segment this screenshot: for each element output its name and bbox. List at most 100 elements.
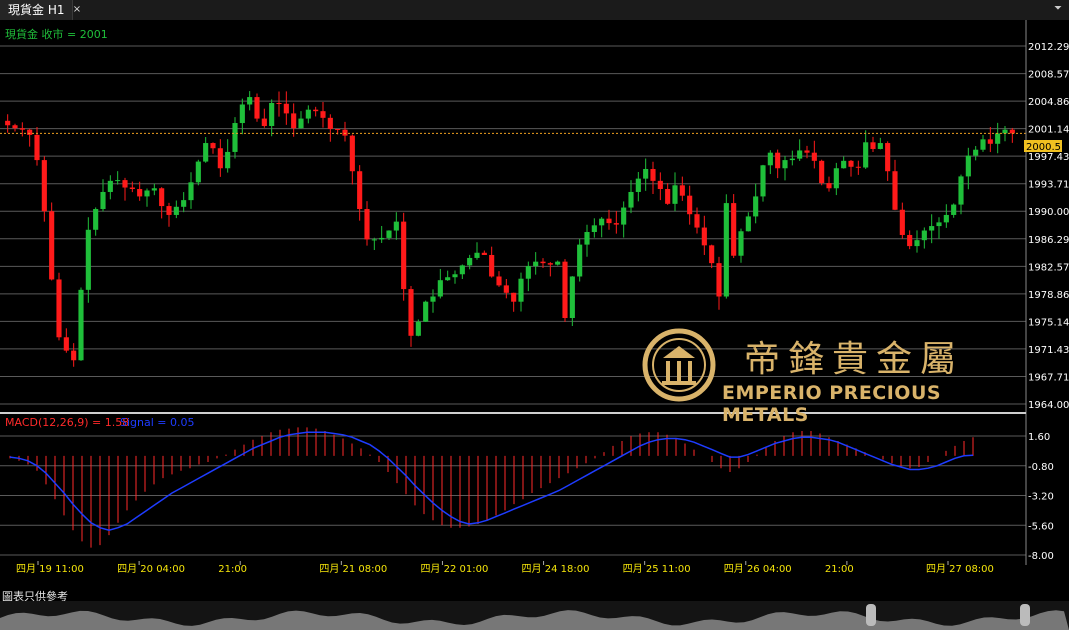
- price-tick-label: 2004.86: [1028, 97, 1069, 108]
- candle-body: [379, 237, 385, 240]
- time-label: 21:00: [218, 564, 247, 575]
- candle-body: [745, 216, 751, 232]
- candle-body: [27, 129, 33, 135]
- candle-body: [731, 203, 737, 256]
- candle-body: [547, 263, 553, 265]
- candle-body: [34, 134, 40, 161]
- macd-tick-label: -0.80: [1028, 462, 1054, 473]
- candle-body: [408, 289, 414, 336]
- candle-body: [841, 160, 847, 169]
- candle-body: [965, 155, 971, 177]
- dropdown-menu-icon[interactable]: ⏷: [1051, 2, 1065, 16]
- candle-body: [936, 222, 942, 227]
- candle-body: [217, 148, 223, 169]
- candle-body: [709, 245, 715, 264]
- macd-tick-label: -8.00: [1028, 551, 1054, 562]
- candle-body: [291, 113, 297, 129]
- candle-body: [305, 109, 311, 119]
- candle-body: [474, 252, 480, 258]
- candle-body: [921, 230, 927, 241]
- candle-body: [584, 232, 590, 245]
- candle-body: [85, 229, 91, 290]
- candle-body: [115, 180, 121, 182]
- candle-body: [775, 152, 781, 169]
- candle-body: [899, 209, 905, 235]
- price-tick-label: 2008.57: [1028, 70, 1069, 81]
- brand-logo: 帝鋒貴金屬 EMPERIO PRECIOUS METALS: [640, 326, 1020, 426]
- time-label: 四月 20 04:00: [117, 563, 185, 575]
- candle-body: [298, 118, 304, 129]
- candle-body: [738, 231, 744, 256]
- candle-body: [701, 227, 707, 246]
- candle-body: [129, 187, 135, 190]
- chart-canvas[interactable]: 2012.29 2008.57 2004.86 2001.14 1997.43 1993.…: [0, 20, 1069, 600]
- candle-body: [716, 263, 722, 297]
- chart-tab[interactable]: 現貨金 H1: [0, 0, 74, 20]
- candle-body: [93, 209, 99, 230]
- candle-body: [423, 301, 429, 322]
- candle-body: [181, 200, 187, 207]
- price-tick-label: 1982.57: [1028, 262, 1069, 273]
- candle-body: [973, 149, 979, 156]
- time-label: 四月 25 11:00: [623, 563, 691, 575]
- scroller-right-handle[interactable]: [1020, 604, 1030, 626]
- candle-body: [247, 97, 253, 105]
- signal-header: Signal = 0.05: [120, 416, 195, 429]
- candle-body: [195, 161, 201, 183]
- price-tick-label: 1967.71: [1028, 372, 1069, 383]
- candle-body: [687, 195, 693, 215]
- candle-body: [819, 160, 825, 184]
- candle-body: [393, 221, 399, 231]
- price-tick-label: 1997.43: [1028, 152, 1069, 163]
- candle-body: [357, 171, 363, 210]
- candle-body: [870, 142, 876, 149]
- candle-body: [804, 150, 810, 153]
- candle-body: [437, 280, 443, 297]
- candle-body: [452, 274, 458, 278]
- candle-body: [518, 278, 524, 302]
- candle-body: [591, 225, 597, 233]
- candle-body: [885, 143, 891, 172]
- candle-body: [401, 221, 407, 290]
- candle-body: [980, 139, 986, 150]
- candle-body: [562, 261, 568, 319]
- candle-body: [767, 152, 773, 166]
- candle-body: [533, 261, 539, 267]
- macd-tick-label: -3.20: [1028, 492, 1054, 503]
- candle-body: [364, 209, 370, 240]
- price-tick-label: 2001.14: [1028, 125, 1069, 136]
- candle-body: [56, 279, 62, 338]
- price-panel-header: 現貨金 收市 = 2001: [5, 27, 108, 41]
- candle-body: [606, 218, 612, 224]
- candle-body: [929, 226, 935, 231]
- candle-body: [569, 276, 575, 319]
- current-price-label: 2000.51: [1026, 142, 1067, 153]
- candle-body: [943, 214, 949, 223]
- candle-body: [914, 240, 920, 247]
- scroller-left-handle[interactable]: [866, 604, 876, 626]
- price-tick-label: 1993.71: [1028, 180, 1069, 191]
- candle-body: [159, 188, 165, 207]
- chart-scroller[interactable]: [0, 601, 1069, 630]
- time-label: 四月 26 04:00: [724, 563, 792, 575]
- emperio-emblem-icon: [642, 328, 716, 402]
- candle-body: [987, 139, 993, 144]
- candle-body: [63, 337, 69, 351]
- macd-header: MACD(12,26,9) = 1.58: [5, 416, 129, 429]
- close-icon[interactable]: ×: [70, 3, 84, 17]
- candle-body: [327, 117, 333, 129]
- candle-body: [459, 265, 465, 275]
- price-tick-label: 1971.43: [1028, 345, 1069, 356]
- candle-body: [71, 350, 77, 361]
- candle-body: [239, 104, 245, 124]
- candle-body: [577, 244, 583, 277]
- candle-body: [613, 223, 619, 225]
- logo-chinese-name: 帝鋒貴金屬: [744, 339, 965, 380]
- time-label: 四月 19 11:00: [16, 563, 84, 575]
- candle-body: [855, 166, 861, 168]
- candle-body: [210, 143, 216, 149]
- candle-body: [753, 196, 759, 217]
- candle-body: [489, 254, 495, 277]
- candle-body: [283, 103, 289, 114]
- candle-body: [760, 165, 766, 197]
